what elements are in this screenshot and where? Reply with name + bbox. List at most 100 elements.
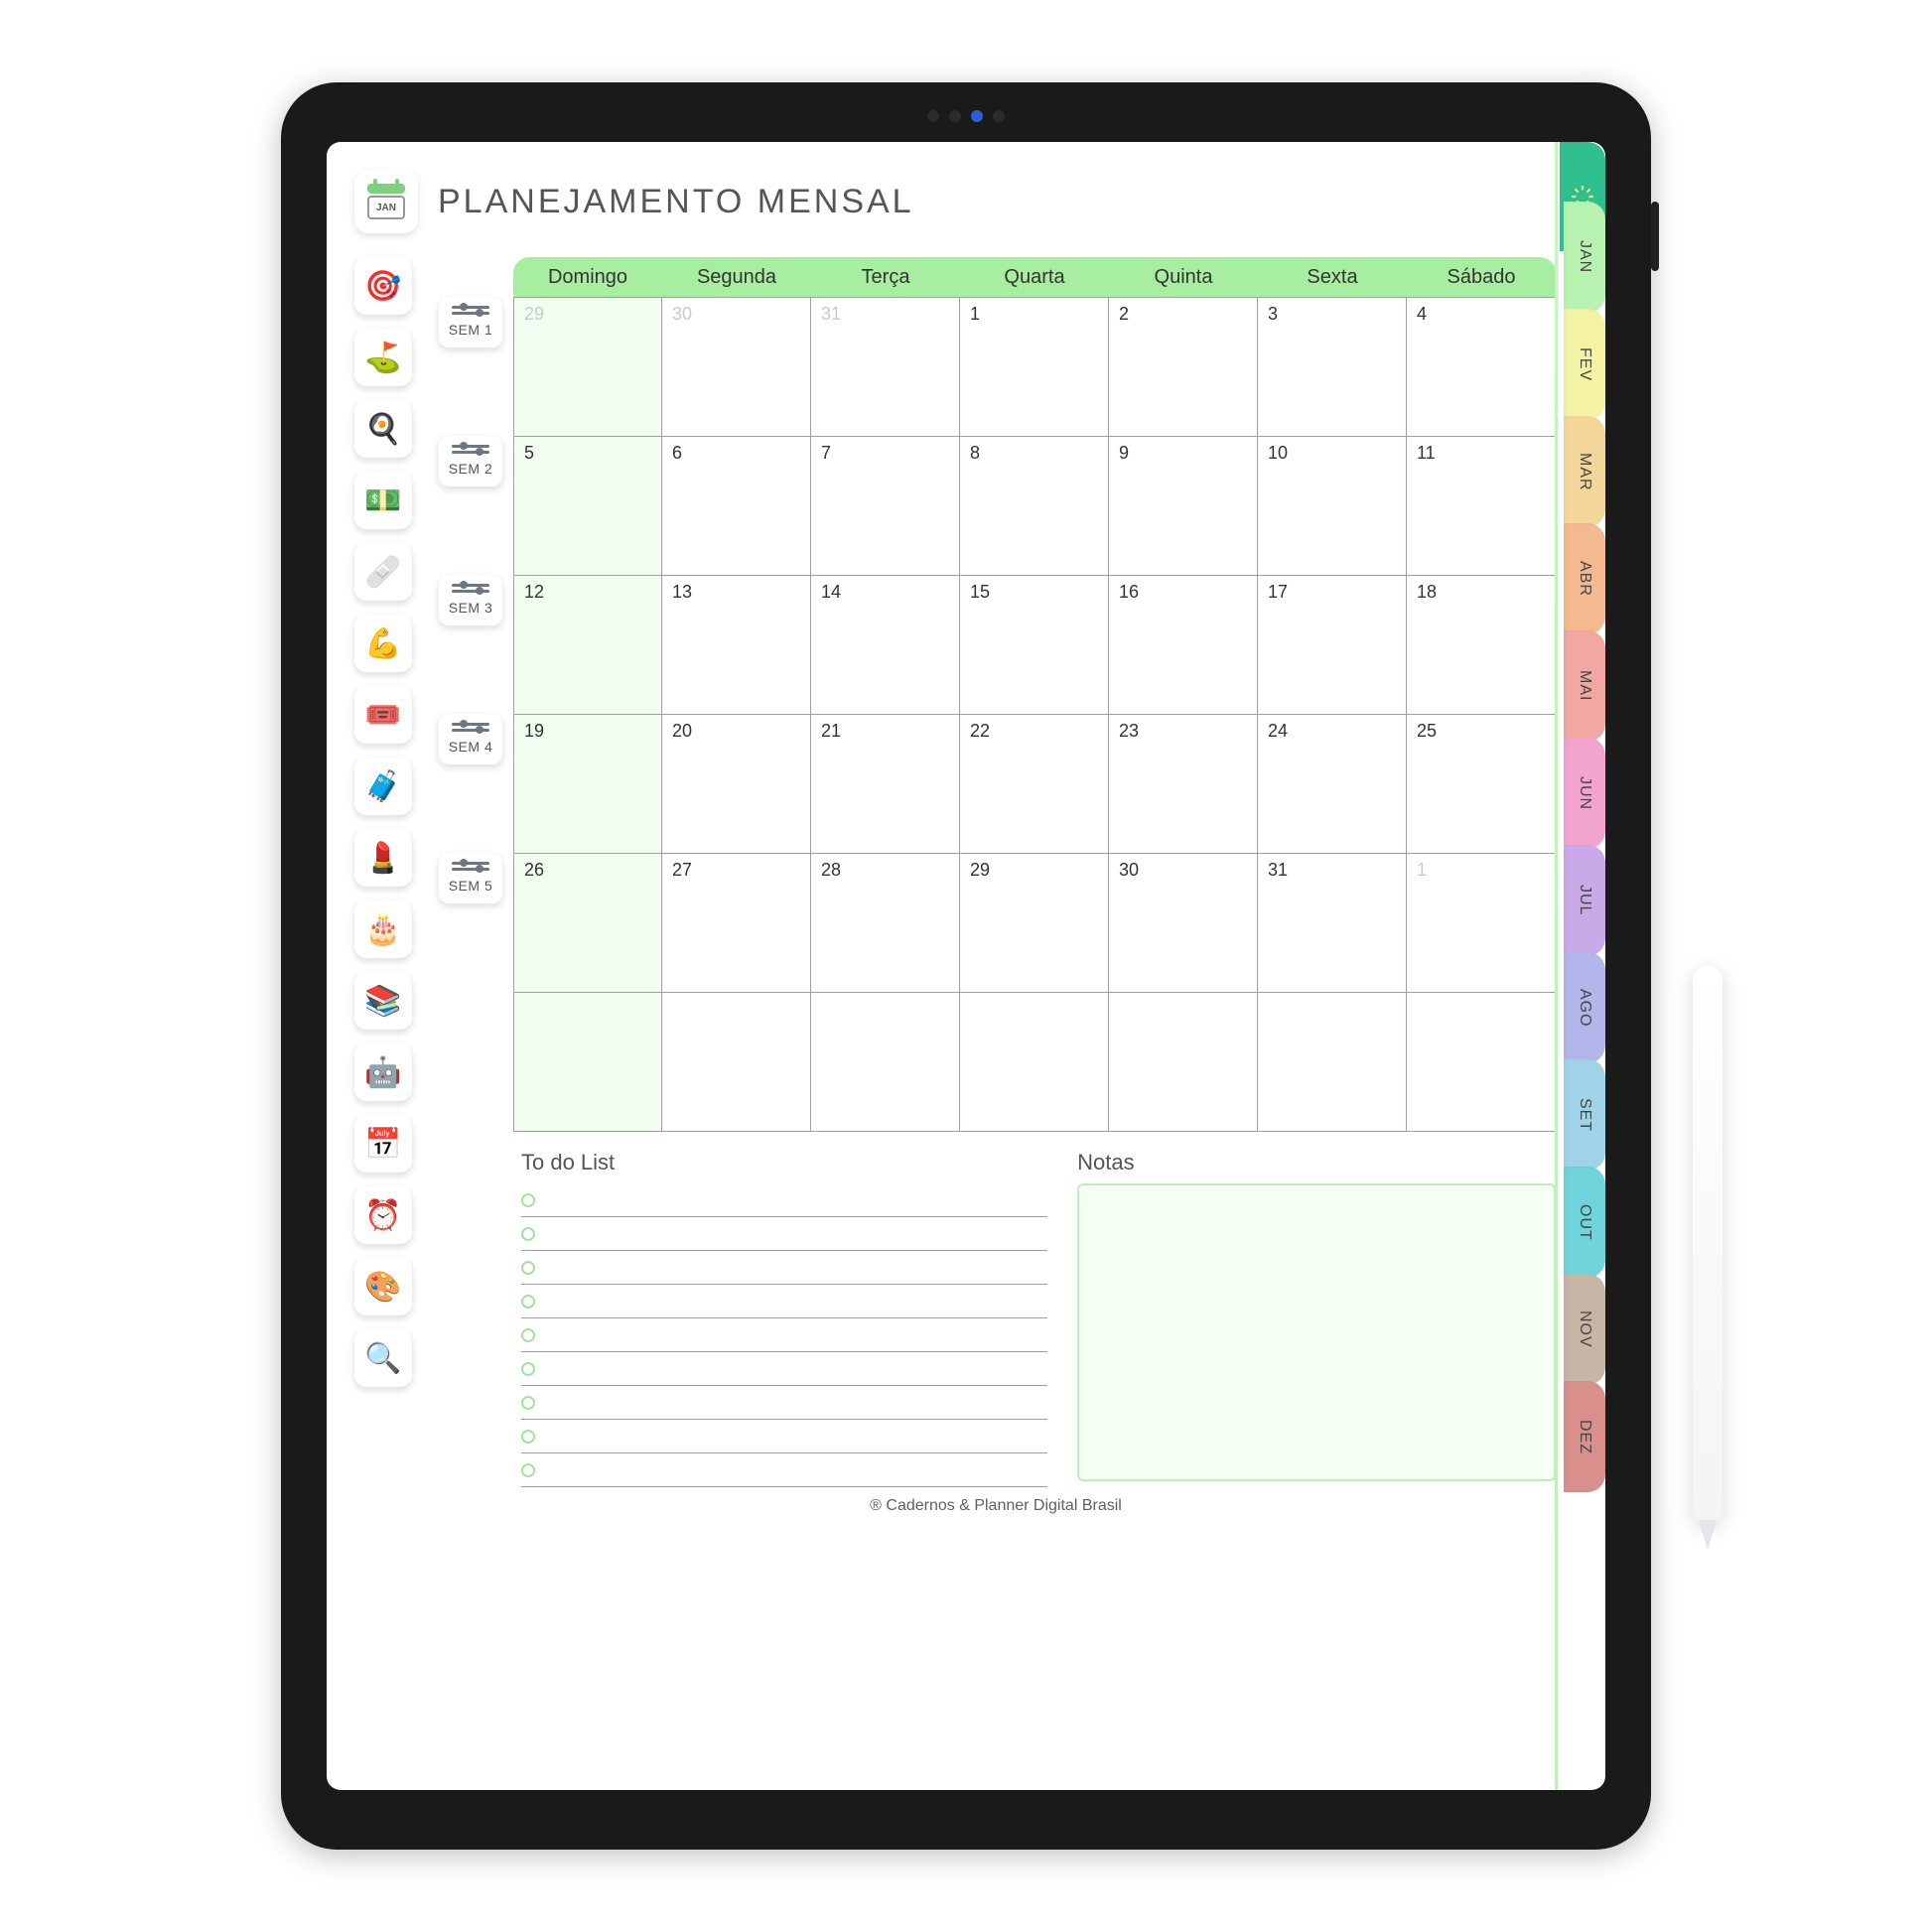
week-button-3[interactable]: SEM 3	[439, 575, 502, 625]
checkbox-circle-icon[interactable]	[521, 1463, 535, 1477]
travel-icon[interactable]: 🧳	[354, 758, 412, 815]
todo-line[interactable]	[521, 1386, 1047, 1420]
day-cell[interactable]: 28	[811, 853, 960, 992]
day-cell[interactable]: 23	[1109, 714, 1258, 853]
todo-line[interactable]	[521, 1453, 1047, 1487]
day-cell[interactable]	[960, 992, 1109, 1131]
day-cell[interactable]: 4	[1407, 297, 1556, 436]
todo-line[interactable]	[521, 1352, 1047, 1386]
day-cell[interactable]: 19	[513, 714, 662, 853]
day-cell[interactable]: 10	[1258, 436, 1407, 575]
day-cell[interactable]: 20	[662, 714, 811, 853]
flag-route-icon[interactable]: ⛳	[354, 329, 412, 386]
day-cell[interactable]: 18	[1407, 575, 1556, 714]
dow-header: Sexta	[1258, 257, 1407, 297]
color-wheel-icon[interactable]: 🎨	[354, 1258, 412, 1315]
day-cell[interactable]: 2	[1109, 297, 1258, 436]
day-cell[interactable]: 21	[811, 714, 960, 853]
calendar-grid-wrap: DomingoSegundaTerçaQuartaQuintaSextaSába…	[513, 257, 1556, 1132]
birthday-icon[interactable]: 🎂	[354, 900, 412, 958]
day-cell[interactable]: 1	[960, 297, 1109, 436]
checkbox-circle-icon[interactable]	[521, 1295, 535, 1309]
calendar-search-icon[interactable]: 🔍	[354, 1329, 412, 1387]
medical-kit-icon[interactable]: 🩹	[354, 543, 412, 601]
month-tab-mar[interactable]: MAR	[1564, 416, 1605, 527]
day-cell[interactable]: 25	[1407, 714, 1556, 853]
beauty-icon[interactable]: 💄	[354, 829, 412, 887]
month-tab-set[interactable]: SET	[1564, 1059, 1605, 1171]
checkbox-circle-icon[interactable]	[521, 1193, 535, 1207]
alarm-calendar-icon[interactable]: ⏰	[354, 1186, 412, 1244]
day-cell[interactable]: 29	[960, 853, 1109, 992]
day-cell[interactable]	[1407, 992, 1556, 1131]
day-cell[interactable]: 14	[811, 575, 960, 714]
month-tab-dez[interactable]: DEZ	[1564, 1381, 1605, 1492]
day-cell[interactable]: 13	[662, 575, 811, 714]
day-cell[interactable]: 27	[662, 853, 811, 992]
todo-line[interactable]	[521, 1285, 1047, 1318]
week-button-4[interactable]: SEM 4	[439, 714, 502, 764]
day-cell[interactable]: 7	[811, 436, 960, 575]
day-cell[interactable]	[1109, 992, 1258, 1131]
tickets-icon[interactable]: 🎟️	[354, 686, 412, 744]
day-cell[interactable]: 8	[960, 436, 1109, 575]
day-cell[interactable]: 3	[1258, 297, 1407, 436]
robot-icon[interactable]: 🤖	[354, 1043, 412, 1101]
day-cell[interactable]: 11	[1407, 436, 1556, 575]
checkbox-circle-icon[interactable]	[521, 1261, 535, 1275]
day-cell[interactable]	[513, 992, 662, 1131]
fitness-icon[interactable]: 💪	[354, 615, 412, 672]
calendar-grid: 2930311234567891011121314151617181920212…	[513, 297, 1556, 1132]
month-tab-nov[interactable]: NOV	[1564, 1274, 1605, 1385]
day-cell[interactable]: 1	[1407, 853, 1556, 992]
month-tab-jan[interactable]: JAN	[1564, 202, 1605, 313]
month-tab-abr[interactable]: ABR	[1564, 523, 1605, 634]
calendar-heart-icon[interactable]: 📅	[354, 1115, 412, 1173]
day-cell[interactable]: 26	[513, 853, 662, 992]
day-cell[interactable]: 31	[1258, 853, 1407, 992]
day-cell[interactable]: 24	[1258, 714, 1407, 853]
day-cell[interactable]: 29	[513, 297, 662, 436]
week-button-1[interactable]: SEM 1	[439, 297, 502, 347]
day-cell[interactable]	[811, 992, 960, 1131]
day-cell[interactable]: 6	[662, 436, 811, 575]
checkbox-circle-icon[interactable]	[521, 1396, 535, 1410]
sliders-icon	[452, 581, 489, 596]
todo-line[interactable]	[521, 1420, 1047, 1453]
day-cell[interactable]: 17	[1258, 575, 1407, 714]
month-tab-fev[interactable]: FEV	[1564, 309, 1605, 420]
day-cell[interactable]: 5	[513, 436, 662, 575]
day-cell[interactable]: 16	[1109, 575, 1258, 714]
money-hand-icon[interactable]: 💵	[354, 472, 412, 529]
month-tab-out[interactable]: OUT	[1564, 1167, 1605, 1278]
checkbox-circle-icon[interactable]	[521, 1328, 535, 1342]
day-cell[interactable]: 30	[1109, 853, 1258, 992]
todo-line[interactable]	[521, 1318, 1047, 1352]
month-tab-jun[interactable]: JUN	[1564, 738, 1605, 849]
week-button-2[interactable]: SEM 2	[439, 436, 502, 486]
day-cell[interactable]: 15	[960, 575, 1109, 714]
day-cell[interactable]: 31	[811, 297, 960, 436]
todo-line[interactable]	[521, 1183, 1047, 1217]
checkbox-circle-icon[interactable]	[521, 1362, 535, 1376]
day-cell[interactable]: 30	[662, 297, 811, 436]
day-cell[interactable]	[1258, 992, 1407, 1131]
week-button-5[interactable]: SEM 5	[439, 853, 502, 903]
search-cook-icon[interactable]: 🍳	[354, 400, 412, 458]
target-icon[interactable]: 🎯	[354, 257, 412, 315]
month-tab-jul[interactable]: JUL	[1564, 845, 1605, 956]
month-tab-ago[interactable]: AGO	[1564, 952, 1605, 1063]
todo-line[interactable]	[521, 1251, 1047, 1285]
day-cell[interactable]	[662, 992, 811, 1131]
day-cell[interactable]: 22	[960, 714, 1109, 853]
checkbox-circle-icon[interactable]	[521, 1430, 535, 1444]
notes-box[interactable]	[1077, 1183, 1556, 1481]
day-cell[interactable]: 9	[1109, 436, 1258, 575]
calendar-month-icon[interactable]: JAN	[354, 170, 418, 233]
day-cell[interactable]: 12	[513, 575, 662, 714]
checkbox-circle-icon[interactable]	[521, 1227, 535, 1241]
month-tab-mai[interactable]: MAI	[1564, 630, 1605, 742]
books-icon[interactable]: 📚	[354, 972, 412, 1030]
week-label: SEM 2	[449, 461, 493, 477]
todo-line[interactable]	[521, 1217, 1047, 1251]
